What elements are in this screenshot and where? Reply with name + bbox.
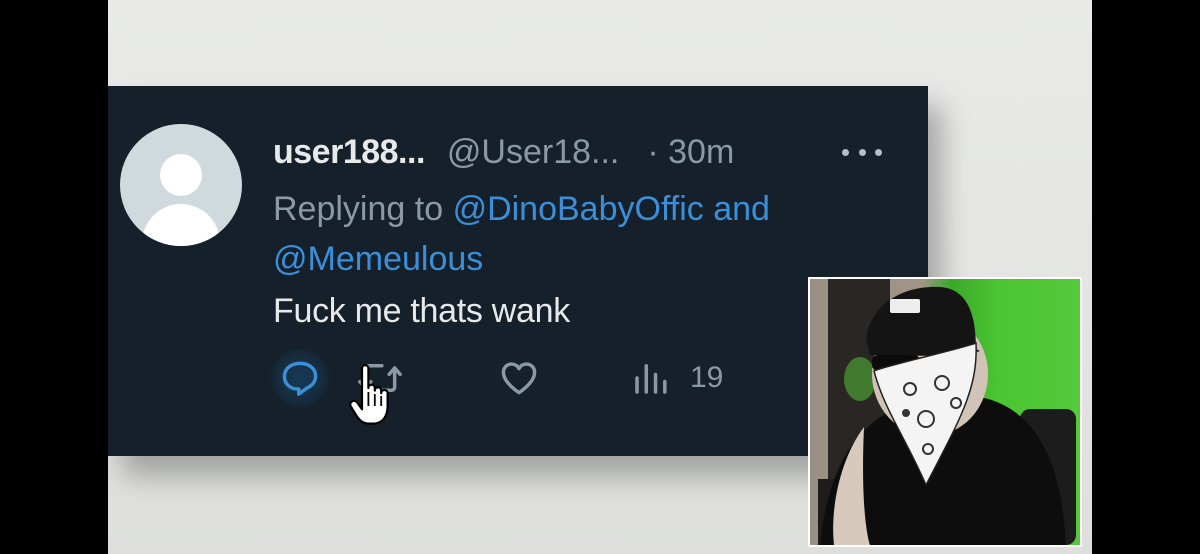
- views-button[interactable]: 19: [630, 348, 723, 408]
- tweet-text: Fuck me thats wank: [273, 292, 570, 330]
- replying-to: Replying to @DinoBabyOffic and @Memeulou…: [273, 184, 873, 284]
- avatar-head-shape: [160, 154, 202, 196]
- views-count: 19: [690, 361, 724, 394]
- default-avatar-icon[interactable]: [120, 124, 242, 246]
- mention-link-memeulous[interactable]: @Memeulous: [273, 240, 483, 278]
- more-dot: [875, 148, 882, 156]
- mention-and-link[interactable]: and: [713, 190, 770, 228]
- tweet-header: user188... @User18... · 30m: [273, 130, 734, 174]
- webcam-overlay: [808, 277, 1082, 547]
- display-name[interactable]: user188...: [273, 133, 425, 172]
- like-button[interactable]: [496, 348, 542, 408]
- more-icon[interactable]: [842, 140, 882, 164]
- video-frame: user188... @User18... · 30m Replying to …: [108, 0, 1092, 554]
- tweet-card[interactable]: user188... @User18... · 30m Replying to …: [108, 86, 928, 456]
- mention-link-dinobaby[interactable]: @DinoBabyOffic: [453, 190, 704, 228]
- user-handle[interactable]: @User18...: [447, 133, 619, 172]
- more-dot: [842, 148, 849, 156]
- views-icon: [635, 364, 667, 394]
- avatar-body-shape: [142, 204, 220, 246]
- reply-icon: [282, 361, 318, 396]
- streamer-figure: [818, 279, 1076, 545]
- like-icon: [501, 362, 537, 395]
- timestamp[interactable]: · 30m: [647, 133, 734, 172]
- hand-cursor-icon: [349, 364, 389, 425]
- reply-button[interactable]: [270, 348, 330, 408]
- more-dot: [858, 148, 866, 156]
- replying-to-label: Replying to: [273, 190, 444, 228]
